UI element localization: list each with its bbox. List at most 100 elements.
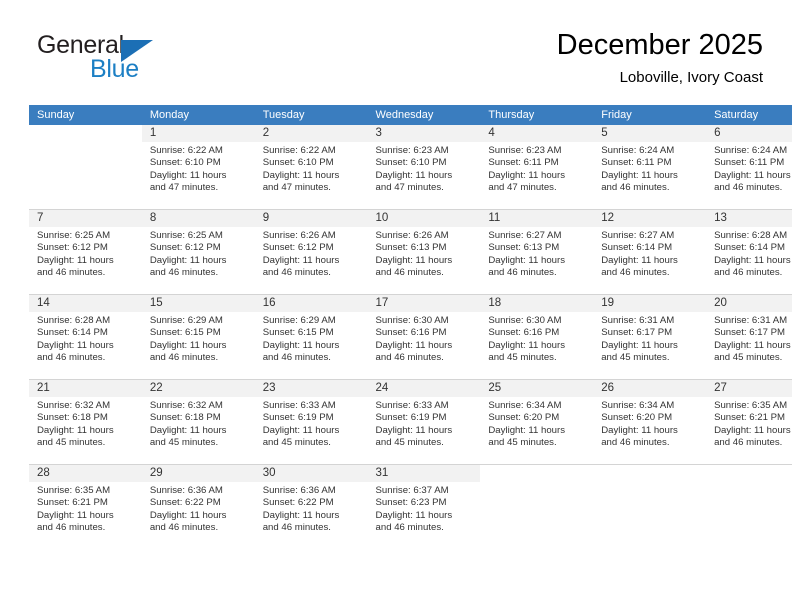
calendar-day-cell-empty: [29, 125, 142, 210]
daylight-duration-line1: Daylight: 11 hours: [37, 424, 114, 436]
daylight-duration-line1: Daylight: 11 hours: [375, 169, 453, 181]
calendar-day-cell[interactable]: 7 Sunrise: 6:25 AM Sunset: 6:12 PM Daylight…: [29, 209, 142, 295]
general-blue-logo[interactable]: General Blue: [29, 28, 249, 88]
sunrise-time: Sunrise: 6:27 AM: [488, 230, 562, 241]
calendar-day-cell[interactable]: 24 Sunrise: 6:33 AM Sunset: 6:19 PM Dayligh…: [367, 379, 481, 465]
daylight-duration-line2: and 46 minutes.: [714, 436, 783, 448]
daylight-duration-line1: Daylight: 11 hours: [601, 424, 678, 436]
daylight-duration-line1: Daylight: 11 hours: [601, 339, 678, 351]
daylight-duration-line2: and 46 minutes.: [714, 266, 783, 278]
daylight-duration-line1: Daylight: 11 hours: [488, 339, 565, 351]
calendar-day-cell[interactable]: 21 Sunrise: 6:32 AM Sunset: 6:18 PM Dayligh…: [29, 379, 142, 465]
calendar-day-cell[interactable]: 18 Sunrise: 6:30 AM Sunset: 6:16 PM Dayligh…: [480, 294, 594, 380]
calendar-day-cell[interactable]: 22 Sunrise: 6:32 AM Sunset: 6:18 PM Dayligh…: [141, 379, 255, 465]
day-details: Sunrise: 6:28 AM Sunset: 6:14 PM Daylight:…: [29, 312, 142, 364]
day-details: [480, 482, 593, 485]
calendar-week-row: 28 Sunrise: 6:35 AM Sunset: 6:21 PM Dayligh…: [29, 464, 792, 549]
calendar-day-cell[interactable]: 29 Sunrise: 6:36 AM Sunset: 6:22 PM Dayligh…: [141, 464, 255, 549]
day-number: 4: [480, 125, 594, 142]
calendar-day-cell[interactable]: 30 Sunrise: 6:36 AM Sunset: 6:22 PM Dayligh…: [254, 464, 368, 549]
sunrise-time: Sunrise: 6:30 AM: [375, 315, 449, 326]
calendar-day-cell[interactable]: 6 Sunrise: 6:24 AM Sunset: 6:11 PM Daylight…: [706, 125, 792, 210]
calendar-day-cell[interactable]: 20 Sunrise: 6:31 AM Sunset: 6:17 PM Dayligh…: [706, 294, 792, 380]
day-number: [29, 125, 142, 142]
sunrise-time: Sunrise: 6:22 AM: [149, 145, 223, 156]
calendar-day-cell[interactable]: 3 Sunrise: 6:23 AM Sunset: 6:10 PM Daylight…: [367, 125, 481, 210]
calendar-day-cell[interactable]: 5 Sunrise: 6:24 AM Sunset: 6:11 PM Daylight…: [593, 125, 707, 210]
day-details: [29, 142, 142, 145]
daylight-duration-line2: and 47 minutes.: [262, 181, 331, 193]
calendar-day-cell[interactable]: 14 Sunrise: 6:28 AM Sunset: 6:14 PM Dayligh…: [29, 294, 142, 380]
day-number: 25: [480, 380, 594, 397]
calendar-day-cell[interactable]: 28 Sunrise: 6:35 AM Sunset: 6:21 PM Dayligh…: [29, 464, 142, 549]
day-details: Sunrise: 6:28 AM Sunset: 6:14 PM Daylight:…: [706, 227, 792, 279]
daylight-duration-line2: and 45 minutes.: [149, 436, 219, 448]
day-number: 28: [29, 465, 142, 482]
sunset-time: Sunset: 6:11 PM: [488, 157, 559, 169]
calendar-day-cell[interactable]: 10 Sunrise: 6:26 AM Sunset: 6:13 PM Dayligh…: [367, 209, 481, 295]
calendar-day-cell[interactable]: 31 Sunrise: 6:37 AM Sunset: 6:23 PM Dayligh…: [367, 464, 481, 549]
calendar-day-cell[interactable]: 9 Sunrise: 6:26 AM Sunset: 6:12 PM Daylight…: [254, 209, 368, 295]
calendar-table: Sunday Monday Tuesday Wednesday Thursday Frid…: [29, 105, 792, 549]
calendar-day-cell[interactable]: 16 Sunrise: 6:29 AM Sunset: 6:15 PM Dayligh…: [254, 294, 368, 380]
day-number: 29: [141, 465, 255, 482]
sunset-time: Sunset: 6:10 PM: [262, 157, 334, 169]
calendar-day-cell[interactable]: 17 Sunrise: 6:30 AM Sunset: 6:16 PM Dayligh…: [367, 294, 481, 380]
day-details: Sunrise: 6:27 AM Sunset: 6:13 PM Daylight:…: [480, 227, 593, 279]
calendar-day-cell[interactable]: 13 Sunrise: 6:28 AM Sunset: 6:14 PM Dayligh…: [706, 209, 792, 295]
daylight-duration-line1: Daylight: 11 hours: [262, 424, 340, 436]
day-number: [480, 465, 594, 482]
calendar-day-cell[interactable]: 2 Sunrise: 6:22 AM Sunset: 6:10 PM Daylight…: [254, 125, 368, 210]
daylight-duration-line2: and 45 minutes.: [375, 436, 444, 448]
day-details: [593, 482, 706, 485]
sunset-time: Sunset: 6:16 PM: [375, 327, 447, 339]
sunset-time: Sunset: 6:18 PM: [149, 412, 221, 424]
daylight-duration-line2: and 46 minutes.: [375, 521, 444, 533]
day-number: 6: [706, 125, 792, 142]
sunset-time: Sunset: 6:20 PM: [488, 412, 560, 424]
day-details: [706, 482, 792, 485]
weekday-header-saturday: Saturday: [706, 105, 792, 125]
calendar-day-cell[interactable]: 26 Sunrise: 6:34 AM Sunset: 6:20 PM Dayligh…: [593, 379, 707, 465]
calendar-day-cell[interactable]: 12 Sunrise: 6:27 AM Sunset: 6:14 PM Dayligh…: [593, 209, 707, 295]
sunset-time: Sunset: 6:20 PM: [601, 412, 673, 424]
daylight-duration-line1: Daylight: 11 hours: [375, 254, 453, 266]
calendar-day-cell[interactable]: 4 Sunrise: 6:23 AM Sunset: 6:11 PM Daylight…: [480, 125, 594, 210]
day-details: Sunrise: 6:31 AM Sunset: 6:17 PM Daylight:…: [593, 312, 706, 364]
day-details: Sunrise: 6:25 AM Sunset: 6:12 PM Daylight:…: [142, 227, 255, 279]
sunset-time: Sunset: 6:12 PM: [262, 242, 334, 254]
weekday-header-wednesday: Wednesday: [367, 105, 481, 125]
day-number: 19: [593, 295, 707, 312]
calendar-day-cell[interactable]: 23 Sunrise: 6:33 AM Sunset: 6:19 PM Dayligh…: [254, 379, 368, 465]
calendar-day-cell[interactable]: 1 Sunrise: 6:22 AM Sunset: 6:10 PM Daylight…: [141, 125, 255, 210]
day-number: 31: [367, 465, 481, 482]
calendar-week-row: 21 Sunrise: 6:32 AM Sunset: 6:18 PM Dayligh…: [29, 379, 792, 465]
day-details: Sunrise: 6:36 AM Sunset: 6:22 PM Daylight:…: [142, 482, 255, 534]
day-details: Sunrise: 6:27 AM Sunset: 6:14 PM Daylight:…: [593, 227, 706, 279]
calendar-day-cell-empty: [706, 464, 792, 549]
day-number: 2: [254, 125, 368, 142]
day-details: Sunrise: 6:34 AM Sunset: 6:20 PM Daylight:…: [480, 397, 593, 449]
sunrise-time: Sunrise: 6:22 AM: [262, 145, 336, 156]
daylight-duration-line2: and 45 minutes.: [37, 436, 106, 448]
calendar-day-cell[interactable]: 8 Sunrise: 6:25 AM Sunset: 6:12 PM Daylight…: [141, 209, 255, 295]
day-details: Sunrise: 6:24 AM Sunset: 6:11 PM Daylight:…: [706, 142, 792, 194]
daylight-duration-line2: and 46 minutes.: [714, 181, 783, 193]
daylight-duration-line2: and 45 minutes.: [488, 351, 557, 363]
daylight-duration-line1: Daylight: 11 hours: [262, 254, 340, 266]
sunset-time: Sunset: 6:18 PM: [37, 412, 108, 424]
sunset-time: Sunset: 6:19 PM: [375, 412, 447, 424]
calendar-day-cell[interactable]: 15 Sunrise: 6:29 AM Sunset: 6:15 PM Dayligh…: [141, 294, 255, 380]
day-details: Sunrise: 6:36 AM Sunset: 6:22 PM Daylight:…: [255, 482, 368, 534]
sunrise-time: Sunrise: 6:25 AM: [37, 230, 111, 241]
day-number: 5: [593, 125, 707, 142]
calendar-day-cell[interactable]: 25 Sunrise: 6:34 AM Sunset: 6:20 PM Dayligh…: [480, 379, 594, 465]
day-number: 22: [141, 380, 255, 397]
calendar-day-cell[interactable]: 11 Sunrise: 6:27 AM Sunset: 6:13 PM Dayligh…: [480, 209, 594, 295]
daylight-duration-line1: Daylight: 11 hours: [714, 254, 791, 266]
daylight-duration-line1: Daylight: 11 hours: [149, 509, 227, 521]
calendar-day-cell[interactable]: 19 Sunrise: 6:31 AM Sunset: 6:17 PM Dayligh…: [593, 294, 707, 380]
calendar-day-cell[interactable]: 27 Sunrise: 6:35 AM Sunset: 6:21 PM Dayligh…: [706, 379, 792, 465]
calendar-day-cell-empty: [593, 464, 707, 549]
weekday-header-tuesday: Tuesday: [254, 105, 368, 125]
